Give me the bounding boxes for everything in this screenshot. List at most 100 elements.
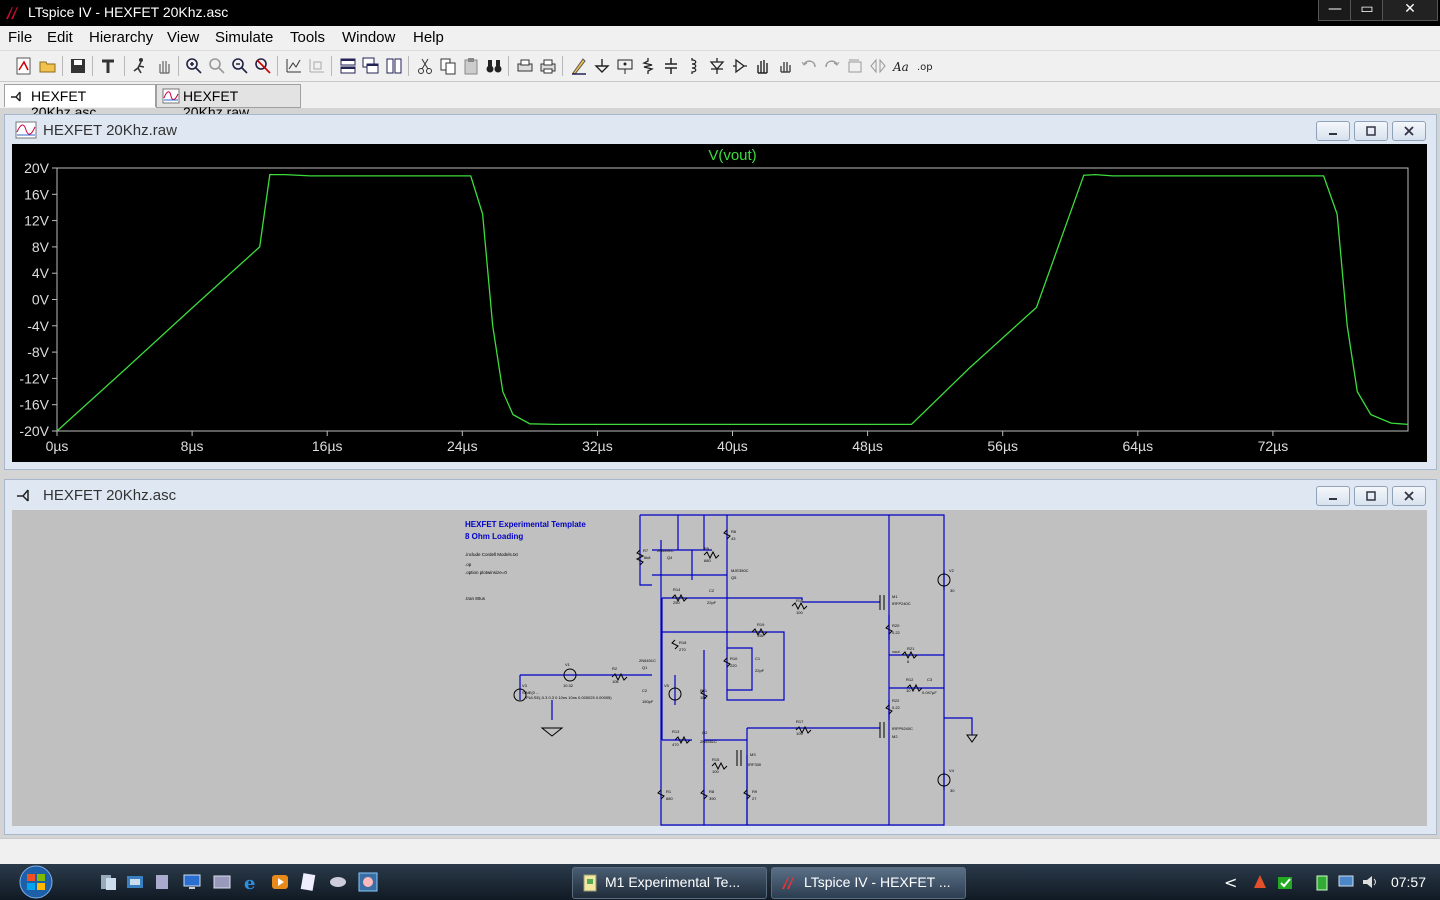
halt-hand-icon[interactable] (154, 56, 174, 76)
waveform-plot[interactable]: 20V 16V 12V 8V 4V 0V -4V -8V -12V -16V -20V 0µs 8µs 1… (12, 144, 1427, 462)
tray-security-icon[interactable] (1275, 872, 1295, 892)
menu-tools[interactable]: Tools (290, 29, 325, 46)
menu-file[interactable]: File (8, 29, 32, 46)
move-hand-icon[interactable] (753, 56, 773, 76)
waveform-maximize-button[interactable] (1354, 121, 1388, 141)
resistor-icon[interactable] (638, 56, 658, 76)
mirror-icon[interactable] (868, 56, 888, 76)
open-icon[interactable] (38, 56, 58, 76)
tray-network-icon[interactable] (1336, 872, 1356, 892)
component-label: R16 (796, 598, 804, 603)
waveform-close-button[interactable] (1392, 121, 1426, 141)
spice-directive-icon[interactable]: .op (914, 56, 934, 76)
ltspice-logo-icon (782, 877, 794, 889)
diode-icon[interactable] (707, 56, 727, 76)
internet-explorer-icon[interactable]: e (242, 872, 262, 894)
schematic-canvas[interactable]: HEXFET Experimental Template 8 Ohm Loadi… (12, 510, 1427, 826)
menu-hierarchy[interactable]: Hierarchy (89, 29, 153, 46)
tile-horizontal-icon[interactable] (338, 56, 358, 76)
autorange-icon[interactable] (284, 56, 304, 76)
schematic-minimize-button[interactable] (1316, 486, 1350, 506)
ground-icon[interactable] (592, 56, 612, 76)
schematic-drawing: HEXFET Experimental Template 8 Ohm Loadi… (465, 514, 978, 826)
pan-icon[interactable] (207, 56, 227, 76)
notepad-icon[interactable] (298, 872, 318, 892)
menu-edit[interactable]: Edit (47, 29, 73, 46)
component-label: C1 (755, 656, 761, 661)
close-button[interactable]: ✕ (1382, 0, 1438, 21)
menu-simulate[interactable]: Simulate (215, 29, 273, 46)
menu-window[interactable]: Window (342, 29, 395, 46)
print-preview-icon[interactable] (515, 56, 535, 76)
document-icon (583, 874, 597, 892)
copy-icon[interactable] (438, 56, 458, 76)
component-label: 680 (666, 796, 673, 801)
new-schematic-icon[interactable] (14, 56, 34, 76)
component-label: 6k8 (644, 555, 651, 560)
menu-view[interactable]: View (167, 29, 199, 46)
component-label: 15k (757, 633, 763, 638)
spice-directive: .include Cordell Models.txt (465, 552, 519, 557)
tab-schematic[interactable]: HEXFET 20Khz.asc (4, 84, 156, 120)
zoom-in-icon[interactable] (184, 56, 204, 76)
schematic-close-button[interactable] (1392, 486, 1426, 506)
drag-hand-icon[interactable] (776, 56, 796, 76)
waveform-minimize-button[interactable] (1316, 121, 1350, 141)
component-label: 15k (700, 695, 706, 700)
y-tick-label: -20V (19, 423, 49, 439)
cascade-icon[interactable] (361, 56, 381, 76)
text-icon[interactable]: Aa (891, 56, 911, 76)
schematic-window-title: HEXFET 20Khz.asc (43, 487, 177, 504)
network-icon[interactable] (152, 872, 172, 892)
tray-volume-icon[interactable] (1360, 872, 1380, 892)
minimize-button[interactable]: — (1318, 0, 1352, 21)
capacitor-icon[interactable] (661, 56, 681, 76)
tab-waveform[interactable]: HEXFET 20Khz.raw (156, 84, 301, 120)
toolbar: Aa .op (0, 51, 1440, 82)
tray-app-icon[interactable] (1250, 872, 1270, 892)
menu-help[interactable]: Help (413, 29, 444, 46)
tray-expand-icon[interactable]: < (1224, 873, 1244, 893)
tile-vertical-icon[interactable] (384, 56, 404, 76)
ltspice-quicklaunch-icon[interactable] (358, 872, 378, 892)
schematic-maximize-button[interactable] (1354, 486, 1388, 506)
label-net-icon[interactable] (615, 56, 635, 76)
rotate-icon[interactable] (845, 56, 865, 76)
component-label: 150pF (642, 699, 654, 704)
save-icon[interactable] (68, 56, 88, 76)
redo-icon[interactable] (822, 56, 842, 76)
taskbar-task-ltspice[interactable]: LTspice IV - HEXFET ... (771, 867, 966, 899)
schematic-subtitle: 8 Ohm Loading (465, 532, 523, 541)
start-orb-icon[interactable] (12, 865, 60, 899)
undo-icon[interactable] (799, 56, 819, 76)
cursor-icon[interactable] (307, 56, 327, 76)
y-tick-label: 8V (32, 239, 50, 255)
app-icon[interactable] (328, 872, 348, 892)
spice-directive: .tran 80us (465, 596, 486, 601)
x-tick-label: 40µs (717, 438, 748, 454)
toolbar-separator (562, 56, 563, 76)
taskbar-task-m1[interactable]: M1 Experimental Te... (572, 867, 767, 899)
tray-power-icon[interactable] (1312, 872, 1332, 892)
show-desktop-icon[interactable] (98, 872, 118, 892)
inductor-icon[interactable] (684, 56, 704, 76)
run-icon[interactable] (130, 56, 150, 76)
maximize-button[interactable]: ▭ (1350, 0, 1384, 21)
zoom-out-icon[interactable] (230, 56, 250, 76)
paste-icon[interactable] (461, 56, 481, 76)
zoom-fit-icon[interactable] (253, 56, 273, 76)
component-label: 30 (950, 588, 955, 593)
print-icon[interactable] (538, 56, 558, 76)
explorer-icon[interactable] (125, 872, 145, 892)
component-icon[interactable] (730, 56, 750, 76)
component-label: V3 (522, 683, 528, 688)
computer-icon[interactable] (182, 872, 202, 892)
find-binoculars-icon[interactable] (484, 56, 504, 76)
component-label: 270 (679, 647, 686, 652)
cut-icon[interactable] (415, 56, 435, 76)
media-player-icon[interactable] (270, 872, 290, 892)
control-panel-icon[interactable] (212, 872, 232, 892)
control-panel-icon[interactable] (98, 56, 118, 76)
draw-wire-icon[interactable] (569, 56, 589, 76)
x-tick-label: 8µs (181, 438, 204, 454)
